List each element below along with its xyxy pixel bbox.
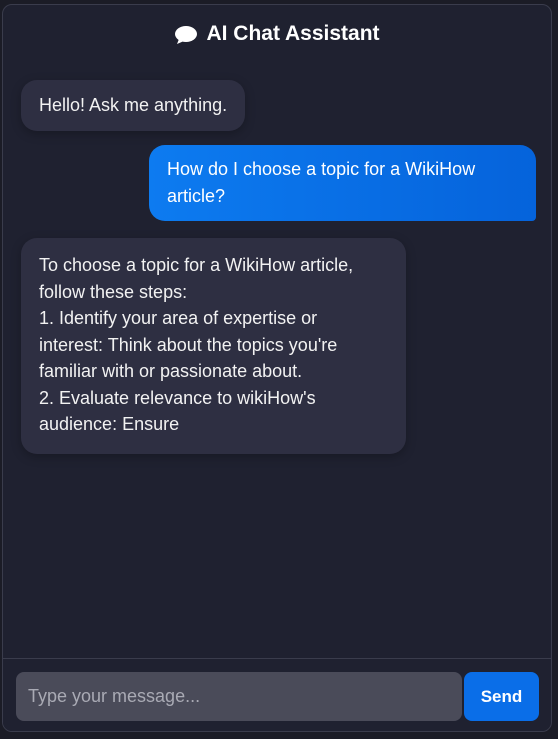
message-line: follow these steps:	[39, 281, 188, 302]
page-title: AI Chat Assistant	[206, 22, 380, 45]
user-message: How do I choose a topic for a WikiHow ar…	[149, 145, 536, 221]
message-line: familiar with or passionate about.	[39, 361, 303, 381]
send-button[interactable]: Send	[464, 672, 539, 721]
message-line: 1. Identify your area of expertise or	[39, 308, 318, 328]
composer-bar: Send	[3, 658, 551, 731]
assistant-message: To choose a topic for a WikiHow article,…	[21, 238, 406, 454]
assistant-message: Hello! Ask me anything.	[21, 80, 246, 131]
message-line: audience: Ensure	[39, 414, 180, 434]
chat-header: AI Chat Assistant	[3, 5, 551, 63]
message-input[interactable]	[16, 672, 462, 721]
message-line: How do I choose a topic for a WikiHow	[167, 159, 476, 179]
message-list: Hello! Ask me anything. How do I choose …	[3, 63, 551, 658]
message-line: Hello! Ask me anything.	[39, 95, 228, 115]
message-line: To choose a topic for a WikiHow article,	[39, 255, 354, 275]
message-line: interest: Think about the topics you're	[39, 334, 338, 355]
message-line: article?	[167, 185, 226, 206]
chat-window: AI Chat Assistant Hello! Ask me anything…	[2, 4, 552, 732]
message-line: 2. Evaluate relevance to wikiHow's	[39, 387, 316, 408]
speech-bubble-icon	[174, 25, 198, 45]
